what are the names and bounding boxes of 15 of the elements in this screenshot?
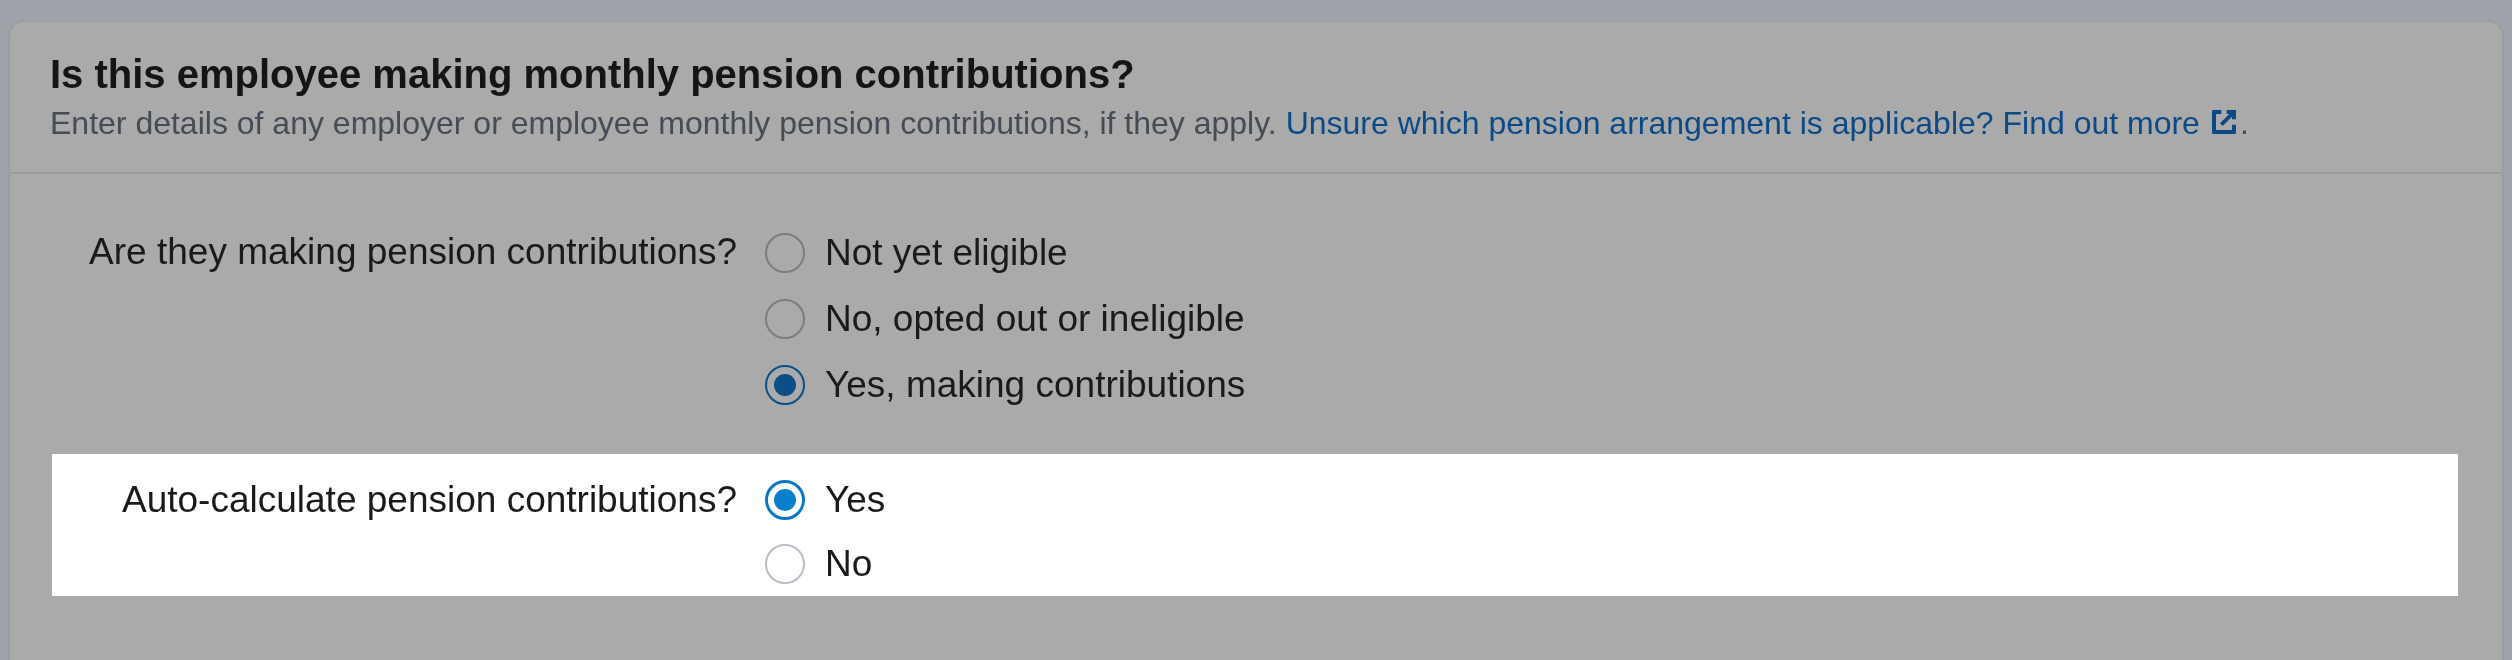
question-label: Auto-calculate pension contributions? — [122, 479, 737, 520]
radio-button[interactable] — [765, 233, 805, 273]
section-title: Is this employee making monthly pension contributions? — [50, 52, 1136, 97]
radio-label[interactable]: Not yet eligible — [825, 232, 1068, 274]
find-out-more-link[interactable]: Unsure which pension arrangement is applicable? Find out more — [1285, 105, 2240, 141]
section-description: Enter details of any employer or employee monthly pension contributions, if they apply. Unsure which pension arrangement is applicable? Find out more . — [50, 105, 2250, 142]
radio-label[interactable]: No — [825, 543, 873, 585]
radio-label[interactable]: No, opted out or ineligible — [825, 298, 1245, 340]
question-label: Are they making pension contributions? — [89, 231, 737, 272]
radio-label[interactable]: Yes — [825, 479, 886, 521]
radio-label[interactable]: Yes, making contributions — [825, 364, 1246, 406]
radio-button[interactable] — [765, 299, 805, 339]
radio-button[interactable] — [765, 480, 805, 520]
radio-button[interactable] — [765, 365, 805, 405]
radio-button[interactable] — [765, 544, 805, 584]
